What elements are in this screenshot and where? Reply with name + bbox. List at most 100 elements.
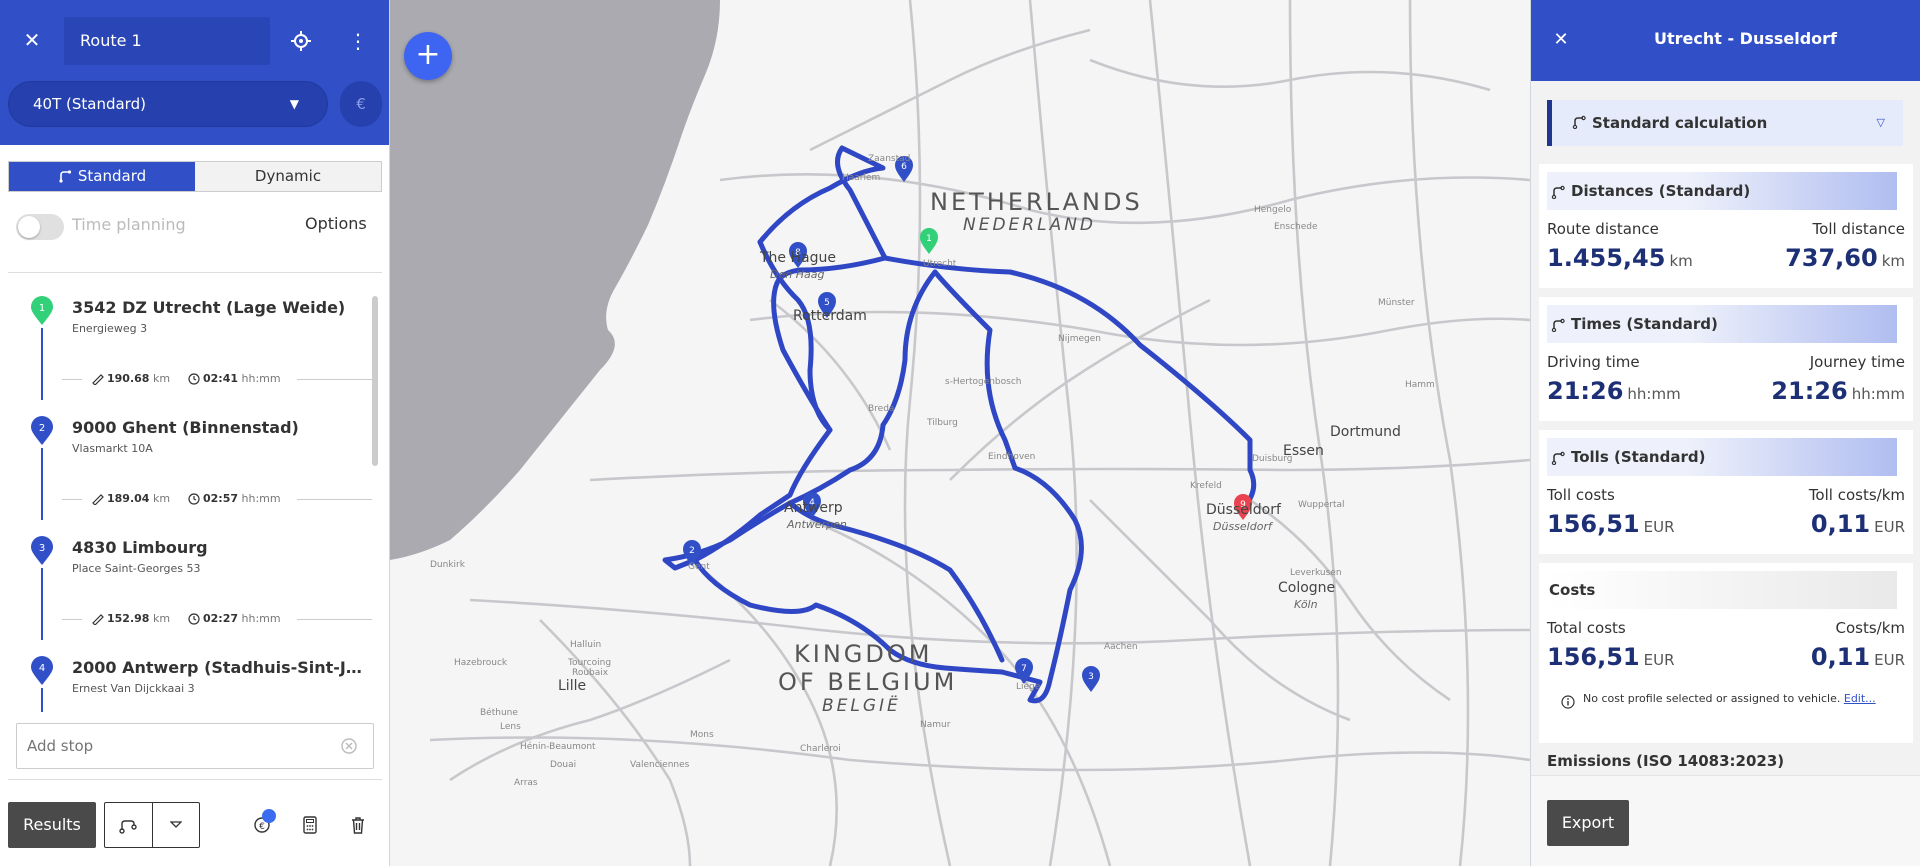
town-label: Krefeld xyxy=(1190,481,1222,491)
add-button[interactable]: + xyxy=(404,32,452,80)
town-label: Charleroi xyxy=(800,744,841,754)
route-options-dropdown[interactable] xyxy=(151,803,200,847)
stop-address: Ernest Van Dijckkaai 3 xyxy=(72,682,195,695)
city-sub-label: Antwerpen xyxy=(787,518,847,531)
unit: hh:mm xyxy=(1851,385,1905,403)
leg-distance: 189.04 xyxy=(107,492,150,505)
map-pin-1[interactable]: 1 xyxy=(920,228,938,254)
add-stop-input[interactable] xyxy=(16,723,374,769)
town-label: Gent xyxy=(688,562,710,572)
pin-number: 4 xyxy=(39,663,45,674)
leg-distance: 190.68 xyxy=(107,372,150,385)
info-icon xyxy=(1561,695,1575,709)
stop-address: Energieweg 3 xyxy=(72,322,148,335)
stop-list: 1 3542 DZ Utrecht (Lage Weide) Energiewe… xyxy=(8,280,378,712)
delete-route-button[interactable] xyxy=(347,814,369,836)
map-pin-icon: 2 xyxy=(31,416,53,445)
stop-title: 3542 DZ Utrecht (Lage Weide) xyxy=(72,298,346,317)
unit: km xyxy=(1881,252,1905,270)
town-label: Haarlem xyxy=(842,173,881,183)
pin-number: 2 xyxy=(39,423,45,434)
town-label: Liège xyxy=(1016,682,1041,692)
route-icon xyxy=(1551,451,1565,465)
route-distance-label: Route distance xyxy=(1547,220,1659,238)
time-planning-toggle[interactable] xyxy=(16,214,64,240)
town-label: Roubaix xyxy=(572,668,609,678)
card-heading: Distances (Standard) xyxy=(1547,172,1897,210)
town-label: s-Hertogenbosch xyxy=(945,377,1022,387)
currency-button[interactable]: € xyxy=(340,81,382,127)
card-heading-text: Tolls (Standard) xyxy=(1571,448,1706,466)
city-label: Antwerp xyxy=(784,500,843,516)
value: 21:26 xyxy=(1771,377,1848,405)
stop-title: 2000 Antwerp (Stadhuis-Sint-Jacob-… xyxy=(72,658,372,677)
calculation-select[interactable]: Standard calculation ▽ xyxy=(1547,100,1903,146)
town-label: Halluin xyxy=(570,640,602,650)
card-heading-text: Times (Standard) xyxy=(1571,315,1718,333)
costs-card: Costs Total costs Costs/km 156,51 EUR 0,1… xyxy=(1539,563,1913,743)
route-name-field[interactable]: Route 1 xyxy=(64,17,270,65)
tab-dynamic[interactable]: Dynamic xyxy=(195,162,381,191)
list-item[interactable]: 3 4830 Limbourg Place Saint-Georges 53 1… xyxy=(8,520,378,640)
time-planning-label: Time planning xyxy=(72,215,186,234)
stop-address: Vlasmarkt 10A xyxy=(72,442,153,455)
city-label: Utrecht xyxy=(923,259,957,269)
distances-card: Distances (Standard) Route distance Toll… xyxy=(1539,164,1913,288)
caret-down-icon xyxy=(169,821,182,828)
pin-number: 2 xyxy=(689,546,695,556)
journey-time-label: Journey time xyxy=(1809,353,1905,371)
pin-number: 5 xyxy=(824,298,830,308)
unit: EUR xyxy=(1643,651,1675,669)
list-item[interactable]: 1 3542 DZ Utrecht (Lage Weide) Energiewe… xyxy=(8,280,378,400)
results-footer: Export xyxy=(1531,775,1920,866)
ruler-icon xyxy=(92,374,104,386)
unit: EUR xyxy=(1643,518,1675,536)
options-link[interactable]: Options xyxy=(305,214,367,233)
route-connector xyxy=(41,568,43,640)
pin-number: 1 xyxy=(926,234,932,244)
map-pin-icon: 1 xyxy=(31,296,53,325)
route-actions-group xyxy=(104,802,200,848)
list-item[interactable]: 4 2000 Antwerp (Stadhuis-Sint-Jacob-… Er… xyxy=(8,640,378,712)
town-label: Hazebrouck xyxy=(454,658,508,668)
more-vertical-icon[interactable]: ⋮ xyxy=(346,26,370,56)
results-button[interactable]: Results xyxy=(8,802,96,848)
route-options-button[interactable] xyxy=(105,803,152,847)
toll-costs-per-km-label: Toll costs/km xyxy=(1808,486,1905,504)
notification-badge xyxy=(262,809,276,823)
tab-standard-label: Standard xyxy=(77,167,147,185)
city-label: Cologne xyxy=(1278,580,1336,596)
tab-standard[interactable]: Standard xyxy=(9,162,195,191)
toll-costs-per-km-value: 0,11 EUR xyxy=(1811,510,1905,538)
country-label: KINGDOM xyxy=(794,640,933,668)
results-panel: ✕ Utrecht - Dusseldorf Standard calculat… xyxy=(1530,0,1920,866)
calculation-mode-tabs: Standard Dynamic xyxy=(8,161,382,192)
route-connector xyxy=(41,448,43,520)
toll-distance-value: 737,60 km xyxy=(1785,244,1905,272)
card-heading-text: Costs xyxy=(1549,581,1596,599)
clear-icon[interactable] xyxy=(340,737,358,755)
calculator-icon xyxy=(303,816,317,834)
driving-time-label: Driving time xyxy=(1547,353,1640,371)
country-label: NETHERLANDS xyxy=(930,188,1143,216)
edit-link[interactable]: Edit... xyxy=(1844,692,1876,705)
total-costs-label: Total costs xyxy=(1547,619,1626,637)
distance-unit: km xyxy=(152,372,171,385)
unit: EUR xyxy=(1874,518,1905,536)
card-heading: Tolls (Standard) xyxy=(1547,438,1897,476)
close-icon[interactable]: ✕ xyxy=(18,26,46,54)
crosshair-icon[interactable] xyxy=(288,28,314,54)
town-label: Aachen xyxy=(1104,642,1138,652)
calculation-select-value: Standard calculation xyxy=(1592,114,1768,132)
export-button[interactable]: Export xyxy=(1547,800,1629,846)
map-pin-3[interactable]: 3 xyxy=(1082,666,1100,692)
calculator-button[interactable] xyxy=(299,814,321,836)
cost-profile-note: No cost profile selected or assigned to … xyxy=(1583,692,1876,705)
scrollbar[interactable] xyxy=(372,296,378,466)
vehicle-select[interactable]: 40T (Standard) ▼ xyxy=(8,81,328,127)
route-icon xyxy=(119,820,137,834)
leg-time: 02:57 xyxy=(203,492,239,505)
route-map[interactable]: 1 2 3 4 5 6 7 8 9 + NETHERLANDS NEDERLAN… xyxy=(390,0,1530,866)
list-item[interactable]: 2 9000 Ghent (Binnenstad) Vlasmarkt 10A … xyxy=(8,400,378,520)
value: 156,51 xyxy=(1547,510,1640,538)
